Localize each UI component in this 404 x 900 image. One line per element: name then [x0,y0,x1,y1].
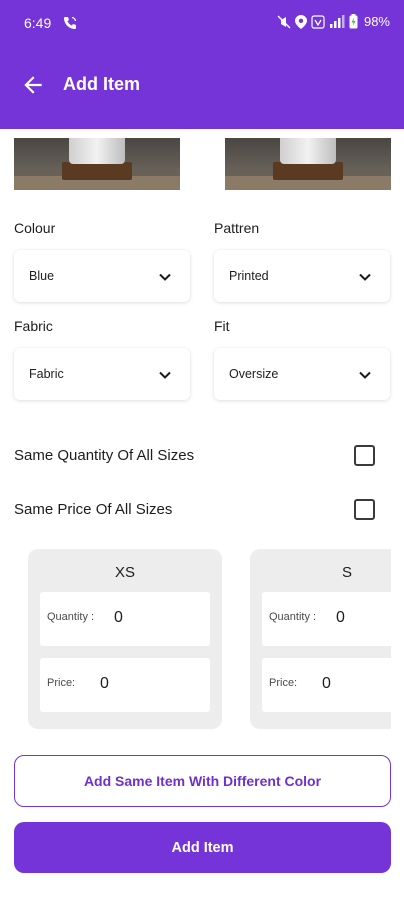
add-same-item-different-color-button[interactable]: Add Same Item With Different Color [14,755,391,807]
signal-icon [329,14,345,28]
size-card-s: S Quantity : 0 Price: 0 [250,549,391,729]
top-app-bar: 6:49 98% Add Item [0,0,404,129]
quantity-label: Quantity : [47,611,95,623]
fit-label: Fit [214,318,230,334]
chevron-down-icon [159,273,171,281]
size-name: S [341,564,352,581]
same-quantity-label: Same Quantity Of All Sizes [14,447,195,464]
colour-label: Colour [14,220,56,236]
chevron-down-icon [159,371,171,379]
price-field[interactable]: Price: 0 [262,658,391,712]
price-label: Price: [47,677,76,689]
quantity-field[interactable]: Quantity : 0 [40,592,210,646]
vowifi-icon [311,14,325,29]
page-title: Add Item [63,74,141,94]
price-value: 0 [100,675,109,692]
pattern-dropdown[interactable]: Printed [214,250,390,302]
colour-value: Blue [29,269,55,283]
price-label: Price: [269,677,298,689]
price-value: 0 [322,675,331,692]
same-quantity-checkbox[interactable] [354,445,375,466]
fabric-label: Fabric [14,318,53,334]
location-icon [294,14,307,29]
status-bar: 6:49 98% [0,0,404,48]
fabric-value: Fabric [29,367,64,381]
quantity-label: Quantity : [269,611,317,623]
pattern-label: Pattren [214,220,260,236]
add-item-button[interactable]: Add Item [14,822,391,873]
battery-icon [349,14,358,29]
arrow-back-icon[interactable] [20,72,46,98]
price-field[interactable]: Price: 0 [40,658,210,712]
mute-icon [277,15,291,28]
quantity-field[interactable]: Quantity : 0 [262,592,391,646]
fabric-dropdown[interactable]: Fabric [14,348,190,400]
chevron-down-icon [359,273,371,281]
battery-percent: 98% [363,14,390,29]
size-cards-scroller[interactable]: XS Quantity : 0 Price: 0 S Quantity : 0 … [0,540,391,740]
status-time: 6:49 [24,15,52,31]
fit-dropdown[interactable]: Oversize [214,348,390,400]
same-price-checkbox[interactable] [354,499,375,520]
product-image[interactable] [14,138,180,190]
pattern-value: Printed [229,269,269,283]
colour-dropdown[interactable]: Blue [14,250,190,302]
fit-value: Oversize [229,367,279,381]
same-price-label: Same Price Of All Sizes [14,501,173,518]
quantity-value: 0 [114,609,123,626]
app-bar: Add Item [0,60,404,110]
size-card-xs: XS Quantity : 0 Price: 0 [28,549,222,729]
size-name: XS [114,564,135,581]
product-image[interactable] [225,138,391,190]
chevron-down-icon [359,371,371,379]
wifi-call-icon [64,16,77,29]
quantity-value: 0 [336,609,345,626]
